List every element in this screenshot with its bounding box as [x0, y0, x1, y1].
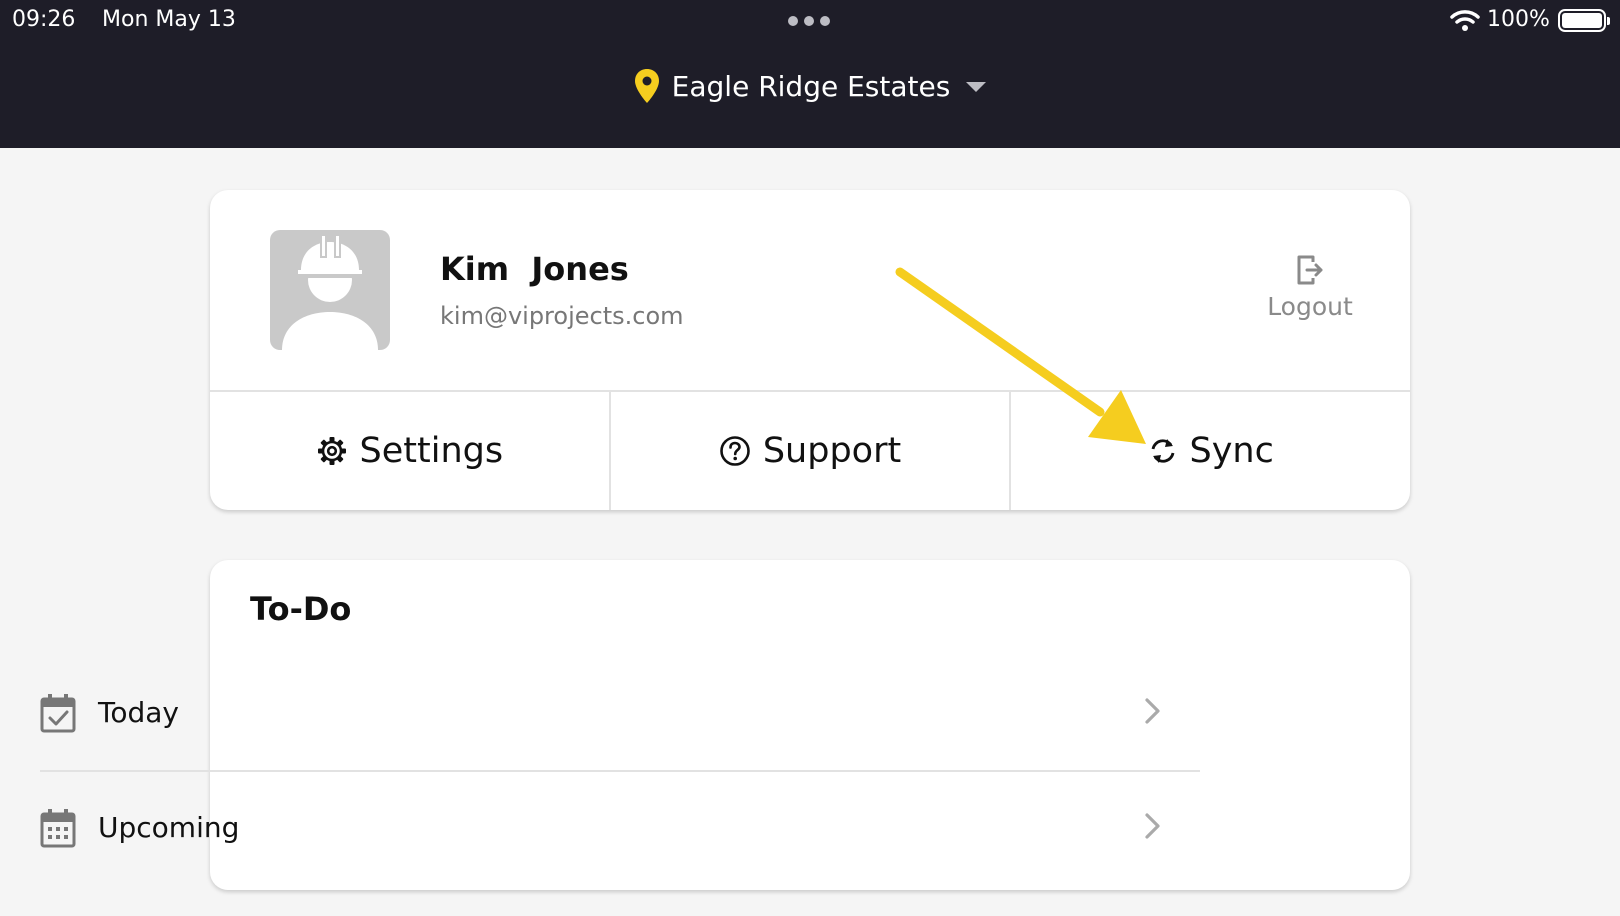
battery-percent: 100% — [1487, 7, 1550, 32]
gear-icon — [317, 437, 346, 465]
worker-avatar-icon — [270, 230, 390, 350]
logout-label: Logout — [1267, 292, 1353, 321]
logout-icon — [1297, 255, 1323, 285]
todo-item-label: Upcoming — [98, 811, 240, 844]
sync-icon — [1151, 439, 1174, 463]
help-circle-icon — [720, 436, 750, 466]
app-header: 09:26 Mon May 13 100% Eagle Ridge Estate… — [0, 0, 1620, 148]
todo-title: To-Do — [250, 590, 352, 628]
wifi-icon — [1450, 10, 1480, 31]
project-selector[interactable]: Eagle Ridge Estates — [0, 68, 1620, 104]
chevron-right-icon — [1145, 698, 1160, 724]
calendar-grid-icon — [40, 808, 76, 847]
status-date: Mon May 13 — [102, 7, 236, 32]
profile-actions: Settings Support Sync — [210, 390, 1410, 510]
caret-down-icon — [966, 82, 987, 92]
chevron-right-icon — [1145, 813, 1160, 839]
settings-button[interactable]: Settings — [210, 392, 609, 510]
status-time: 09:26 — [12, 7, 76, 32]
multitasking-dots-icon[interactable] — [788, 16, 830, 26]
sync-button[interactable]: Sync — [1009, 392, 1410, 510]
logout-button[interactable]: Logout — [1250, 254, 1370, 321]
todo-item-label: Today — [98, 696, 179, 729]
support-label: Support — [762, 431, 902, 471]
map-pin-icon — [634, 69, 659, 103]
settings-label: Settings — [359, 431, 504, 471]
status-bar: 09:26 Mon May 13 100% — [0, 0, 1620, 42]
sync-label: Sync — [1189, 431, 1274, 471]
project-name: Eagle Ridge Estates — [671, 69, 951, 103]
todo-item-today[interactable]: Today — [40, 655, 1200, 770]
calendar-check-icon — [40, 693, 76, 732]
profile-card: Kim Jones kim@viprojects.com Logout Sett… — [210, 190, 1410, 510]
battery-icon — [1558, 9, 1610, 32]
todo-item-upcoming[interactable]: Upcoming — [40, 770, 1200, 885]
user-name: Kim Jones — [440, 250, 629, 288]
user-email: kim@viprojects.com — [440, 302, 684, 330]
support-button[interactable]: Support — [608, 392, 1010, 510]
